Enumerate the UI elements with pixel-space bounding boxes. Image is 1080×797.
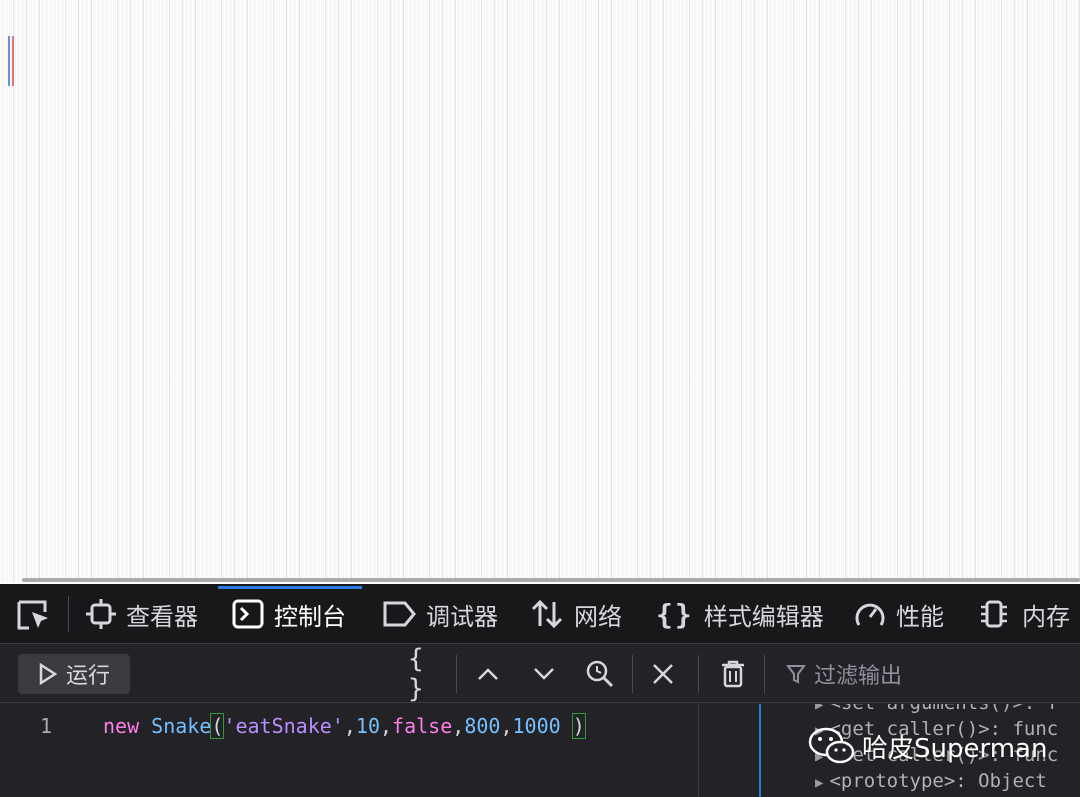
history-next-button[interactable] bbox=[530, 659, 558, 689]
output-tree-row[interactable]: ▶ <set arguments()>: f bbox=[815, 704, 1058, 714]
code-comma: , bbox=[343, 714, 356, 738]
code-class-name: Snake bbox=[151, 714, 212, 738]
debugger-icon bbox=[383, 601, 416, 627]
tab-console-label: 控制台 bbox=[274, 602, 346, 631]
toolbar-separator bbox=[764, 655, 765, 693]
output-tree-row[interactable]: ▶ <prototype>: Object bbox=[815, 770, 1047, 792]
line-number: 1 bbox=[40, 714, 53, 738]
element-picker-button[interactable] bbox=[16, 598, 52, 632]
tab-performance[interactable]: 性能 bbox=[854, 584, 944, 644]
code-string-arg: 'eatSnake' bbox=[223, 714, 344, 738]
trash-icon bbox=[722, 660, 744, 688]
code-comma: , bbox=[380, 714, 393, 738]
history-previous-button[interactable] bbox=[474, 659, 502, 689]
tab-memory-label: 内存 bbox=[1022, 602, 1070, 631]
canvas-marker bbox=[8, 36, 16, 86]
watermark: 哈皮Superman bbox=[808, 724, 1047, 768]
tab-inspector-label: 查看器 bbox=[126, 602, 198, 631]
tab-separator bbox=[68, 596, 69, 632]
tab-network-label: 网络 bbox=[574, 602, 622, 631]
element-picker-icon bbox=[17, 600, 48, 630]
run-button-label: 运行 bbox=[66, 664, 111, 689]
tab-performance-label: 性能 bbox=[896, 602, 944, 631]
code-number-arg: 10 bbox=[355, 714, 380, 738]
console-editor[interactable]: 1 new Snake('eatSnake',10,false,800,1000… bbox=[0, 704, 698, 797]
pretty-print-label: { } bbox=[408, 644, 428, 704]
marker-red-line bbox=[12, 36, 14, 86]
reverse-search-button[interactable] bbox=[584, 659, 616, 689]
code-number-arg: 1000 bbox=[512, 714, 561, 738]
code-open-paren: ( bbox=[210, 713, 225, 739]
tab-style-editor-label: 样式编辑器 bbox=[703, 602, 824, 631]
horizontal-scrollbar[interactable] bbox=[22, 578, 1080, 582]
filter-icon bbox=[786, 665, 806, 684]
object-tree-guide bbox=[759, 704, 761, 797]
history-search-icon bbox=[586, 660, 614, 688]
watermark-text: 哈皮Superman bbox=[862, 733, 1048, 764]
run-button[interactable]: 运行 bbox=[18, 654, 130, 694]
page-canvas bbox=[0, 0, 1080, 582]
tab-style-editor[interactable]: {} 样式编辑器 bbox=[656, 584, 824, 644]
toolbar-separator bbox=[456, 655, 457, 693]
inspector-icon bbox=[86, 599, 116, 629]
tab-memory[interactable]: 内存 bbox=[978, 584, 1070, 644]
close-editor-button[interactable] bbox=[648, 659, 678, 689]
console-toolbar: 运行 { } 过滤输出 bbox=[0, 644, 1080, 704]
console-icon bbox=[232, 599, 264, 629]
wechat-icon bbox=[808, 727, 855, 764]
clear-console-button[interactable] bbox=[716, 659, 750, 689]
devtools-tabbar: 查看器 控制台 调试器 网络 {} 样式编辑器 性能 内存 bbox=[0, 584, 1080, 644]
code-comma: , bbox=[452, 714, 465, 738]
marker-blue-line bbox=[8, 36, 10, 86]
output-tree-text: <prototype>: Object bbox=[829, 770, 1047, 792]
play-icon bbox=[39, 662, 58, 686]
tab-console[interactable]: 控制台 bbox=[218, 584, 362, 644]
memory-icon bbox=[981, 600, 1007, 628]
tab-inspector[interactable]: 查看器 bbox=[86, 584, 198, 644]
code-number-arg: 800 bbox=[464, 714, 501, 738]
code-close-paren: ) bbox=[571, 713, 586, 739]
filter-placeholder: 过滤输出 bbox=[814, 664, 903, 689]
code-keyword: new bbox=[103, 714, 140, 738]
toolbar-separator bbox=[632, 655, 633, 693]
performance-icon bbox=[855, 603, 885, 626]
expand-triangle-icon: ▶ bbox=[815, 704, 824, 713]
code-comma: , bbox=[500, 714, 513, 738]
code-boolean-arg: false bbox=[392, 714, 453, 738]
filter-output-input[interactable]: 过滤输出 bbox=[786, 659, 902, 689]
chevron-down-icon bbox=[534, 668, 554, 680]
expand-triangle-icon: ▶ bbox=[815, 775, 824, 791]
toolbar-separator bbox=[698, 655, 699, 693]
tab-debugger-label: 调试器 bbox=[426, 602, 498, 631]
chevron-up-icon bbox=[478, 668, 498, 680]
tab-network[interactable]: 网络 bbox=[530, 584, 622, 644]
pretty-print-button[interactable]: { } bbox=[408, 644, 448, 704]
tab-debugger[interactable]: 调试器 bbox=[382, 584, 498, 644]
code-line: new Snake('eatSnake',10,false,800,1000 ) bbox=[103, 713, 586, 739]
close-icon bbox=[653, 664, 673, 684]
output-tree-text: <set arguments()>: f bbox=[829, 704, 1058, 714]
style-editor-icon: {} bbox=[656, 597, 694, 631]
network-icon bbox=[531, 599, 563, 629]
